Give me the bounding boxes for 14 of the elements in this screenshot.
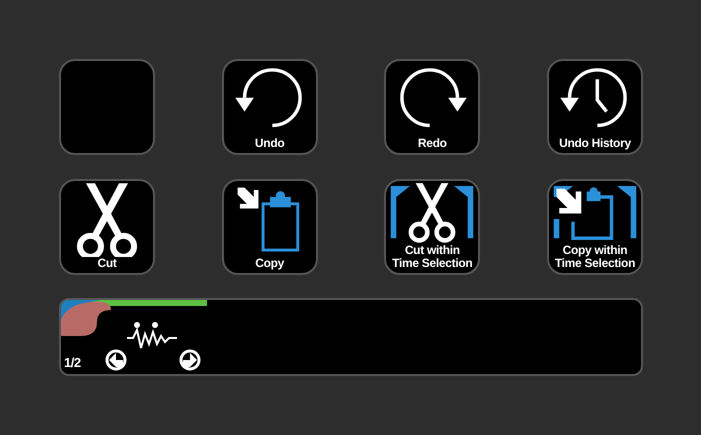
action-key[interactable]: Undo <box>222 59 318 155</box>
action-key[interactable]: Redo <box>384 59 480 155</box>
action-key[interactable]: Undo History <box>546 59 643 155</box>
action-key[interactable]: Copy within Time Selection <box>546 179 643 275</box>
action-key[interactable]: Cut within Time Selection <box>384 179 480 275</box>
action-key[interactable]: Copy <box>222 179 318 275</box>
page-indicator: 1/2 <box>64 354 81 372</box>
waveform-icon <box>127 322 179 350</box>
scissors-icon <box>388 183 476 244</box>
left-arrow-button[interactable] <box>105 349 127 371</box>
empty-key[interactable] <box>59 59 155 155</box>
touch-strip[interactable]: 1/2 <box>59 298 643 376</box>
right-arrow-button[interactable] <box>179 349 201 371</box>
action-key[interactable]: Cut <box>59 179 155 275</box>
